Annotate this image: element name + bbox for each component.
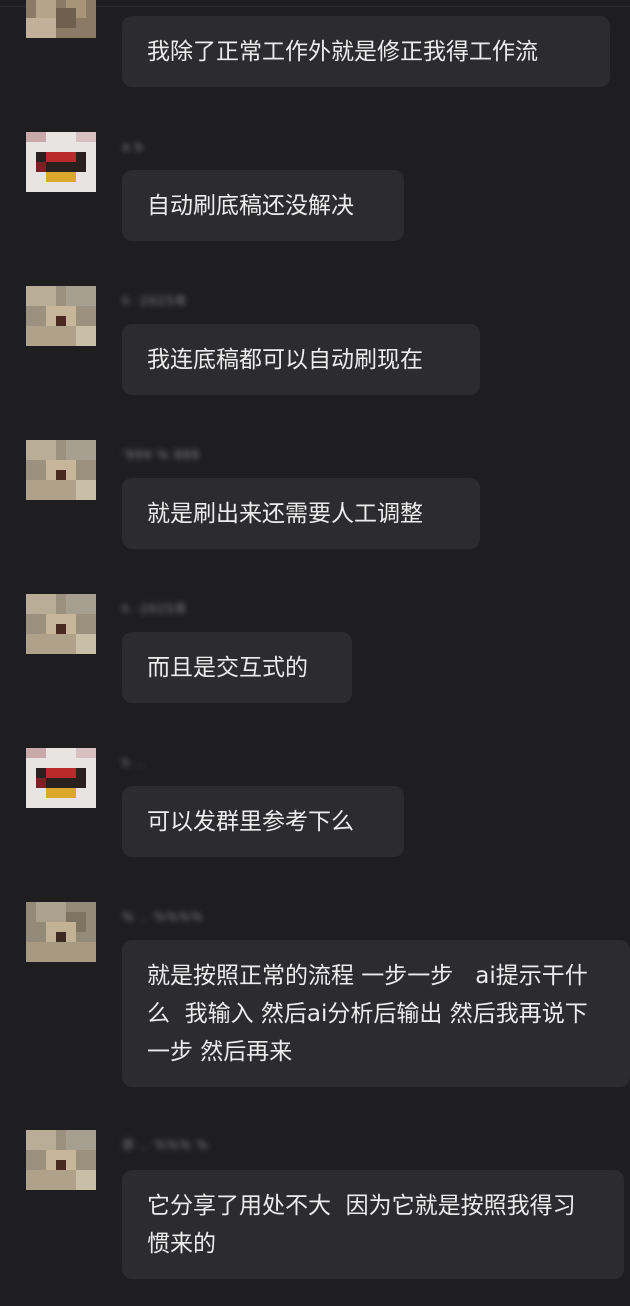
photo-avatar[interactable] xyxy=(26,0,96,40)
photo-avatar[interactable] xyxy=(26,438,96,502)
message-bubble[interactable]: 就是刷出来还需要人工调整 xyxy=(122,478,480,549)
photo-avatar[interactable] xyxy=(26,592,96,656)
message-bubble[interactable]: 可以发群里参考下么 xyxy=(122,786,404,857)
cartoon-avatar[interactable] xyxy=(26,746,96,810)
message-bubble[interactable]: 就是按照正常的流程 一步一步 ai提示干什么 我输入 然后ai分析后输出 然后我… xyxy=(122,940,630,1087)
sender-name: h ·2025年 xyxy=(122,602,188,616)
sender-name: a b xyxy=(122,140,144,154)
message-bubble[interactable]: 自动刷底稿还没解决 xyxy=(122,170,404,241)
message-bubble[interactable]: 而且是交互式的 xyxy=(122,632,352,703)
photo-avatar[interactable] xyxy=(26,900,96,964)
sender-name: '999 % 888 xyxy=(122,448,201,462)
sender-name: 非 .. %%% % xyxy=(122,1138,209,1152)
sender-name: h ·2025年 xyxy=(122,294,188,308)
message-bubble[interactable]: 它分享了用处不大 因为它就是按照我得习惯来的 xyxy=(122,1170,624,1279)
message-bubble[interactable]: 我连底稿都可以自动刷现在 xyxy=(122,324,480,395)
cartoon-avatar[interactable] xyxy=(26,130,96,194)
sender-name: % .. %%%% xyxy=(122,910,204,924)
sender-name: h .. xyxy=(122,756,146,770)
photo-avatar[interactable] xyxy=(26,284,96,348)
photo-avatar[interactable] xyxy=(26,1128,96,1192)
message-bubble[interactable]: 我除了正常工作外就是修正我得工作流 xyxy=(122,16,610,87)
